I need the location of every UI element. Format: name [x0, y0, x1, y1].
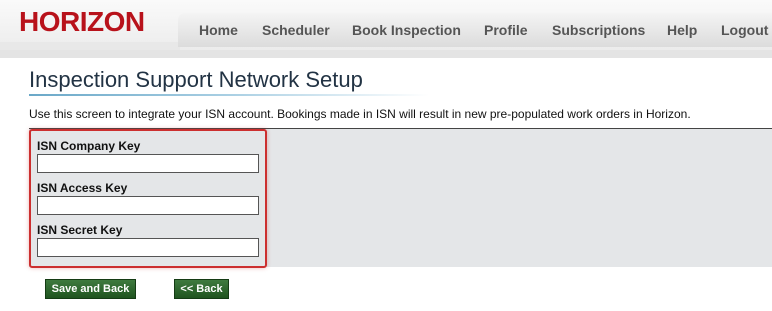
secret-key-input[interactable] — [37, 238, 259, 257]
company-key-input[interactable] — [37, 154, 259, 173]
nav-logout[interactable]: Logout — [721, 22, 768, 38]
page: HORIZON Home Scheduler Book Inspection P… — [0, 0, 772, 311]
nav-profile[interactable]: Profile — [484, 22, 528, 38]
secret-key-label: ISN Secret Key — [37, 223, 123, 237]
back-button[interactable]: << Back — [174, 279, 229, 299]
isn-keys-highlight-box: ISN Company Key ISN Access Key ISN Secre… — [29, 129, 267, 268]
access-key-input[interactable] — [37, 196, 259, 215]
company-key-label: ISN Company Key — [37, 139, 141, 153]
header: HORIZON Home Scheduler Book Inspection P… — [0, 0, 772, 50]
page-description: Use this screen to integrate your ISN ac… — [29, 107, 691, 121]
page-title: Inspection Support Network Setup — [29, 67, 363, 92]
nav-help[interactable]: Help — [667, 22, 697, 38]
horizon-logo[interactable]: HORIZON — [19, 6, 145, 38]
header-divider — [0, 50, 772, 58]
isn-settings-panel: ISN Company Key ISN Access Key ISN Secre… — [29, 128, 772, 268]
nav-book-inspection[interactable]: Book Inspection — [352, 22, 461, 38]
nav-home[interactable]: Home — [199, 22, 238, 38]
top-nav: Home Scheduler Book Inspection Profile S… — [178, 13, 772, 47]
logo-divider — [0, 42, 180, 50]
title-underline — [29, 94, 429, 96]
nav-scheduler[interactable]: Scheduler — [262, 22, 330, 38]
access-key-label: ISN Access Key — [37, 181, 128, 195]
save-and-back-button[interactable]: Save and Back — [45, 279, 136, 299]
nav-subscriptions[interactable]: Subscriptions — [552, 22, 645, 38]
